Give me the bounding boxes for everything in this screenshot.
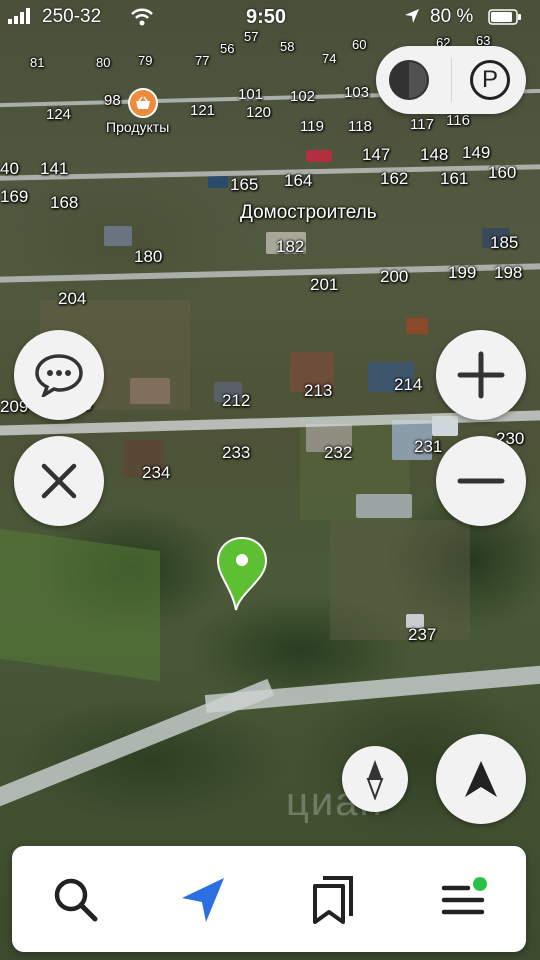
location-pin-icon[interactable]	[216, 536, 268, 617]
house-number: 117	[410, 116, 434, 133]
status-bar: 250-32 9:50 80 %	[0, 0, 540, 34]
building-roof	[104, 226, 132, 246]
house-number: 232	[324, 443, 353, 462]
divider	[451, 58, 452, 102]
parking-layer-button[interactable]: P	[470, 60, 510, 100]
house-number: 81	[30, 55, 45, 70]
settlement-name: Домостроитель	[240, 202, 377, 223]
house-number: 168	[50, 193, 79, 212]
house-number: 237	[408, 625, 437, 644]
house-number: 182	[276, 237, 305, 256]
building-roof	[208, 176, 228, 188]
house-number: 40	[0, 159, 19, 178]
house-number: 180	[134, 247, 163, 266]
battery-icon	[488, 9, 522, 31]
layer-toggle: P	[376, 46, 526, 114]
house-number: 185	[490, 233, 519, 252]
house-number: 141	[40, 159, 69, 178]
battery-percent: 80 %	[430, 6, 474, 27]
basket-icon[interactable]	[128, 88, 158, 118]
building-roof	[406, 318, 428, 334]
carrier-label: 250-32	[42, 6, 102, 27]
house-number: 212	[222, 391, 251, 410]
bottom-nav	[12, 846, 526, 952]
minus-icon	[457, 478, 505, 484]
house-number: 98	[104, 92, 121, 109]
close-icon	[41, 463, 77, 499]
clock: 9:50	[246, 6, 287, 28]
wifi-icon	[130, 8, 154, 32]
compass-button[interactable]	[342, 746, 408, 812]
house-number: 147	[362, 145, 391, 164]
house-number: 120	[246, 104, 272, 121]
house-number: 201	[310, 275, 339, 294]
tab-navigation[interactable]	[176, 872, 230, 926]
house-number: 58	[280, 39, 295, 54]
house-number: 233	[222, 443, 251, 462]
house-number: 165	[230, 175, 259, 194]
house-number: 79	[138, 53, 153, 68]
house-number: 118	[348, 118, 372, 135]
traffic-layer-icon[interactable]	[388, 59, 430, 101]
house-number: 56	[220, 41, 235, 56]
house-number: 198	[494, 263, 523, 282]
chat-button[interactable]	[14, 330, 104, 420]
house-number: 60	[352, 37, 367, 52]
menu-icon	[441, 877, 487, 915]
house-number: 161	[440, 169, 469, 188]
house-number: 116	[446, 112, 470, 129]
house-number: 102	[290, 88, 316, 105]
house-number: 101	[238, 86, 264, 103]
tab-bookmarks[interactable]	[306, 872, 360, 926]
house-number: 77	[195, 53, 210, 68]
house-number: 119	[300, 118, 324, 135]
building-roof	[356, 494, 412, 518]
location-arrow-icon	[404, 8, 420, 30]
zoom-out-button[interactable]	[436, 436, 526, 526]
house-number: 200	[380, 267, 409, 286]
close-button[interactable]	[14, 436, 104, 526]
house-number: 162	[380, 169, 409, 188]
house-number: 234	[142, 463, 171, 482]
tab-search[interactable]	[48, 872, 102, 926]
navigation-icon	[182, 878, 224, 922]
house-number: 169	[0, 187, 29, 206]
house-number: 121	[190, 102, 216, 119]
house-number: 74	[322, 51, 337, 66]
house-number: 214	[394, 375, 423, 394]
signal-icon	[8, 8, 34, 30]
house-number: 148	[420, 145, 449, 164]
field-plot	[330, 520, 470, 640]
building-roof	[306, 150, 332, 162]
navigation-arrow-icon	[465, 761, 497, 797]
house-number: 204	[58, 289, 87, 308]
poi-label[interactable]: Продукты	[106, 118, 169, 136]
tab-menu[interactable]	[436, 872, 490, 926]
house-number: 80	[96, 55, 111, 70]
house-number: 160	[488, 163, 517, 182]
search-icon	[54, 878, 98, 922]
house-number: 124	[46, 106, 72, 123]
parking-label: P	[481, 66, 498, 93]
chat-bubble-icon	[35, 354, 83, 397]
house-number: 199	[448, 263, 477, 282]
my-location-button[interactable]	[436, 734, 526, 824]
field-plot	[0, 528, 160, 682]
building-roof	[130, 378, 170, 404]
bookmarks-icon	[313, 876, 353, 924]
house-number: 164	[284, 171, 313, 190]
plus-icon	[457, 351, 505, 399]
house-number: 149	[462, 143, 491, 162]
house-number: 213	[304, 381, 333, 400]
compass-icon	[366, 760, 384, 800]
house-number: 231	[414, 437, 443, 456]
house-number: 103	[344, 84, 370, 101]
zoom-in-button[interactable]	[436, 330, 526, 420]
